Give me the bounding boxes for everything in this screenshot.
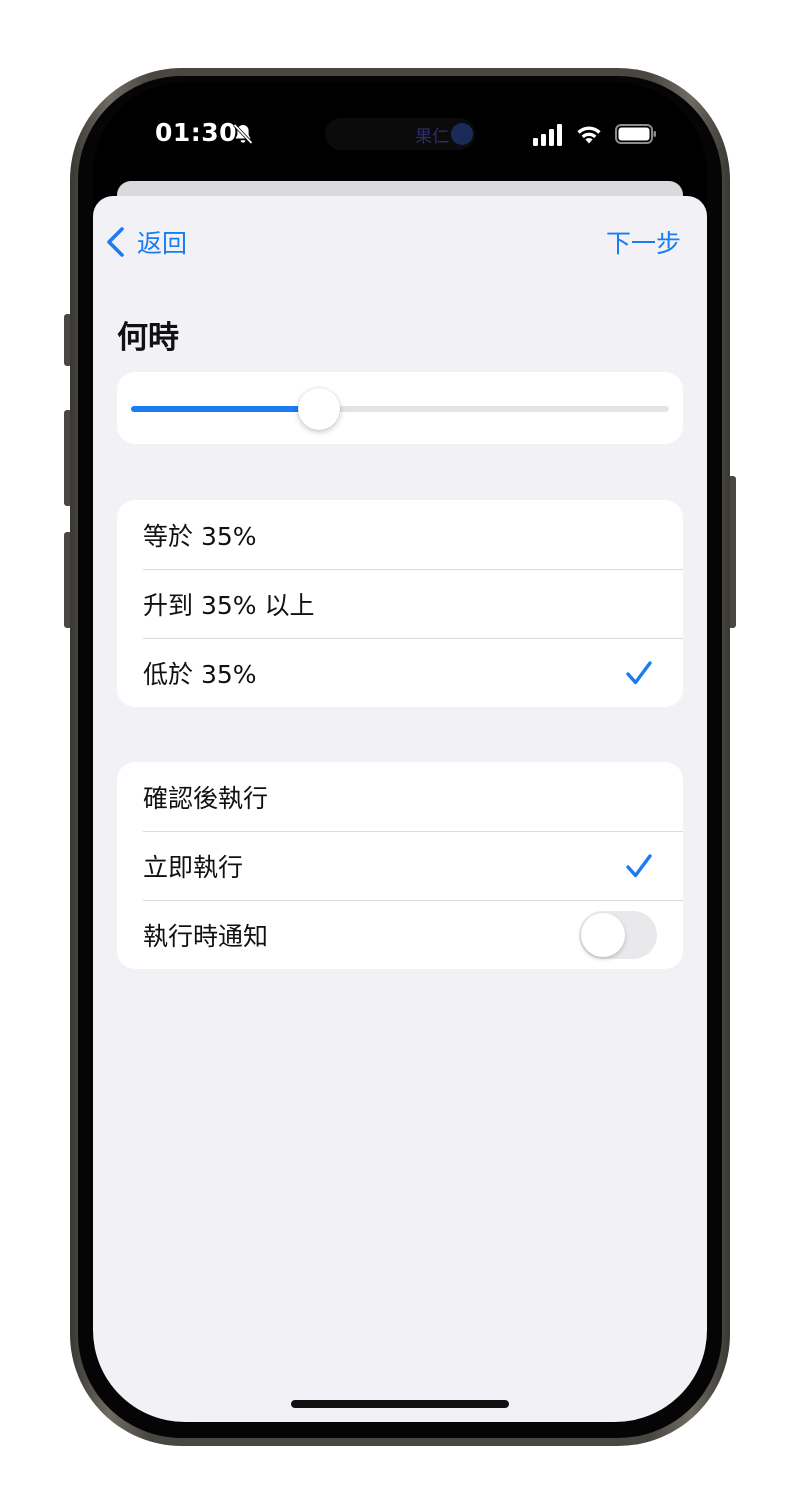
execution-option-label: 確認後執行 bbox=[143, 783, 269, 813]
condition-option-label: 等於 35% bbox=[143, 521, 257, 551]
next-button[interactable]: 下一步 bbox=[606, 224, 681, 260]
automation-sheet: 返回 下一步 何時 等於 35% 升到 35% 以上 低於 35% 確認後執行 … bbox=[93, 196, 707, 1422]
battery-icon bbox=[615, 124, 656, 144]
battery-level-slider-card bbox=[117, 372, 683, 444]
condition-option-above[interactable]: 升到 35% 以上 bbox=[117, 569, 683, 638]
run-after-confirmation-option[interactable]: 確認後執行 bbox=[117, 762, 683, 831]
condition-options-list: 等於 35% 升到 35% 以上 低於 35% bbox=[117, 500, 683, 707]
battery-level-slider-track[interactable] bbox=[131, 388, 669, 430]
checkmark-icon bbox=[626, 661, 652, 685]
notify-when-run-toggle[interactable] bbox=[579, 911, 657, 959]
section-title-when: 何時 bbox=[117, 320, 179, 356]
phone-screen: 01:30 果仁 返回 下一步 何時 等於 35% 升到 35% 以上 低於 3… bbox=[93, 82, 707, 1422]
chevron-left-icon bbox=[107, 227, 124, 257]
island-label: 果仁 bbox=[415, 127, 449, 147]
run-immediately-option[interactable]: 立即執行 bbox=[117, 831, 683, 900]
notify-when-run-label: 執行時通知 bbox=[143, 921, 269, 951]
cellular-signal-icon bbox=[533, 124, 562, 146]
execution-options-list: 確認後執行 立即執行 執行時通知 bbox=[117, 762, 683, 969]
checkmark-icon bbox=[626, 854, 652, 878]
wifi-icon bbox=[577, 126, 601, 144]
status-time: 01:30 bbox=[155, 118, 238, 147]
silent-bell-icon bbox=[233, 123, 253, 145]
notify-when-run-row: 執行時通知 bbox=[117, 900, 683, 969]
condition-option-below[interactable]: 低於 35% bbox=[117, 638, 683, 707]
toggle-knob bbox=[581, 913, 625, 957]
home-indicator[interactable] bbox=[291, 1400, 509, 1408]
back-button[interactable]: 返回 bbox=[105, 224, 187, 260]
condition-option-label: 低於 35% bbox=[143, 659, 257, 689]
execution-option-label: 立即執行 bbox=[143, 852, 244, 882]
island-avatar-icon bbox=[451, 123, 473, 145]
status-bar: 01:30 果仁 bbox=[93, 82, 707, 182]
condition-option-equal[interactable]: 等於 35% bbox=[117, 500, 683, 569]
back-button-label: 返回 bbox=[137, 229, 188, 258]
condition-option-label: 升到 35% 以上 bbox=[143, 590, 315, 620]
battery-level-slider-thumb[interactable] bbox=[298, 388, 341, 430]
battery-level-slider-fill bbox=[131, 406, 320, 412]
